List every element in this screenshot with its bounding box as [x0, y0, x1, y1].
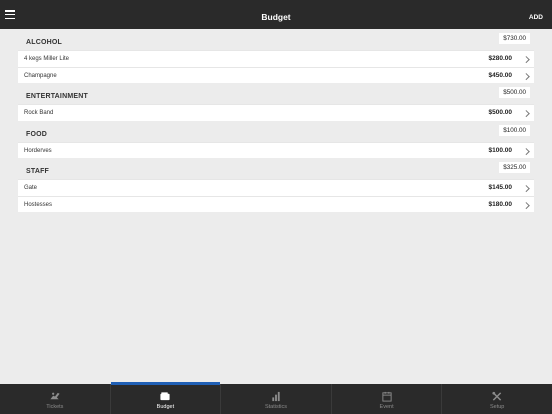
item-amount: $100.00 [488, 146, 513, 154]
tab-label: Tickets [46, 404, 64, 410]
wallet-icon [160, 392, 170, 401]
tab-budget[interactable]: Budget [109, 382, 221, 414]
section-header: ENTERTAINMENT $500.00 [18, 83, 534, 104]
chevron-right-icon [522, 201, 529, 208]
section-header: FOOD $100.00 [18, 121, 534, 142]
item-amount: $500.00 [488, 109, 513, 116]
section-title: ALCOHOL [26, 39, 63, 46]
item-amount: $450.00 [488, 71, 513, 79]
active-tab-indicator [110, 382, 221, 385]
chevron-right-icon [522, 72, 529, 79]
item-label: Champagne [24, 72, 57, 79]
tab-label: Setup [489, 404, 505, 410]
item-amount: $280.00 [488, 55, 513, 62]
tickets-icon [50, 392, 60, 400]
tab-label: Event [379, 404, 394, 410]
section-total-badge: $500.00 [499, 87, 530, 98]
budget-item-row[interactable]: Champagne $450.00 [18, 66, 534, 83]
section-total-badge: $730.00 [499, 33, 530, 44]
budget-section-alcohol: ALCOHOL $730.00 4 kegs Miller Lite $280.… [18, 29, 534, 83]
budget-section-entertainment: ENTERTAINMENT $500.00 Rock Band $500.00 [18, 83, 534, 121]
item-label: 4 kegs Miller Lite [24, 56, 70, 62]
item-amount: $180.00 [488, 200, 513, 208]
item-label: Hostesses [24, 201, 53, 208]
chevron-right-icon [522, 185, 529, 192]
tab-event[interactable]: Event [330, 384, 442, 414]
bar-chart-icon [272, 391, 280, 402]
section-header: ALCOHOL $730.00 [18, 29, 534, 50]
tab-setup[interactable]: Setup [441, 384, 552, 414]
section-total-badge: $100.00 [499, 124, 530, 136]
tab-label: Statistics [264, 404, 287, 410]
item-amount: $145.00 [488, 184, 513, 191]
budget-section-staff: STAFF $325.00 Gate $145.00 Hostesses $18… [18, 158, 534, 212]
budget-item-row[interactable]: Gate $145.00 [18, 179, 534, 196]
section-header: STAFF $325.00 [18, 158, 534, 179]
budget-item-row[interactable]: Rock Band $500.00 [18, 104, 534, 121]
add-button[interactable]: ADD [529, 0, 543, 29]
page-title: Budget [261, 12, 291, 22]
section-total-badge: $325.00 [499, 162, 530, 173]
bottom-tab-bar: Tickets Budget Statistics Event Setup [0, 382, 552, 414]
item-label: Gate [24, 185, 38, 191]
chevron-right-icon [522, 56, 529, 63]
budget-list: ALCOHOL $730.00 4 kegs Miller Lite $280.… [18, 29, 534, 212]
chevron-right-icon [522, 110, 529, 117]
budget-item-row[interactable]: Horderves $100.00 [18, 141, 534, 158]
tools-icon [492, 391, 502, 401]
tab-statistics[interactable]: Statistics [220, 384, 331, 414]
budget-item-row[interactable]: 4 kegs Miller Lite $280.00 [18, 50, 534, 67]
budget-item-row[interactable]: Hostesses $180.00 [18, 195, 534, 212]
section-title: STAFF [26, 168, 50, 175]
calendar-icon [381, 391, 392, 402]
item-label: Horderves [24, 147, 52, 154]
tab-label: Budget [156, 404, 175, 410]
top-navigation-bar: Budget ADD [0, 0, 552, 29]
item-label: Rock Band [24, 110, 54, 116]
section-title: FOOD [26, 130, 48, 138]
tab-tickets[interactable]: Tickets [0, 384, 110, 414]
budget-section-food: FOOD $100.00 Horderves $100.00 [18, 121, 534, 158]
section-title: ENTERTAINMENT [26, 93, 88, 100]
chevron-right-icon [522, 147, 529, 154]
